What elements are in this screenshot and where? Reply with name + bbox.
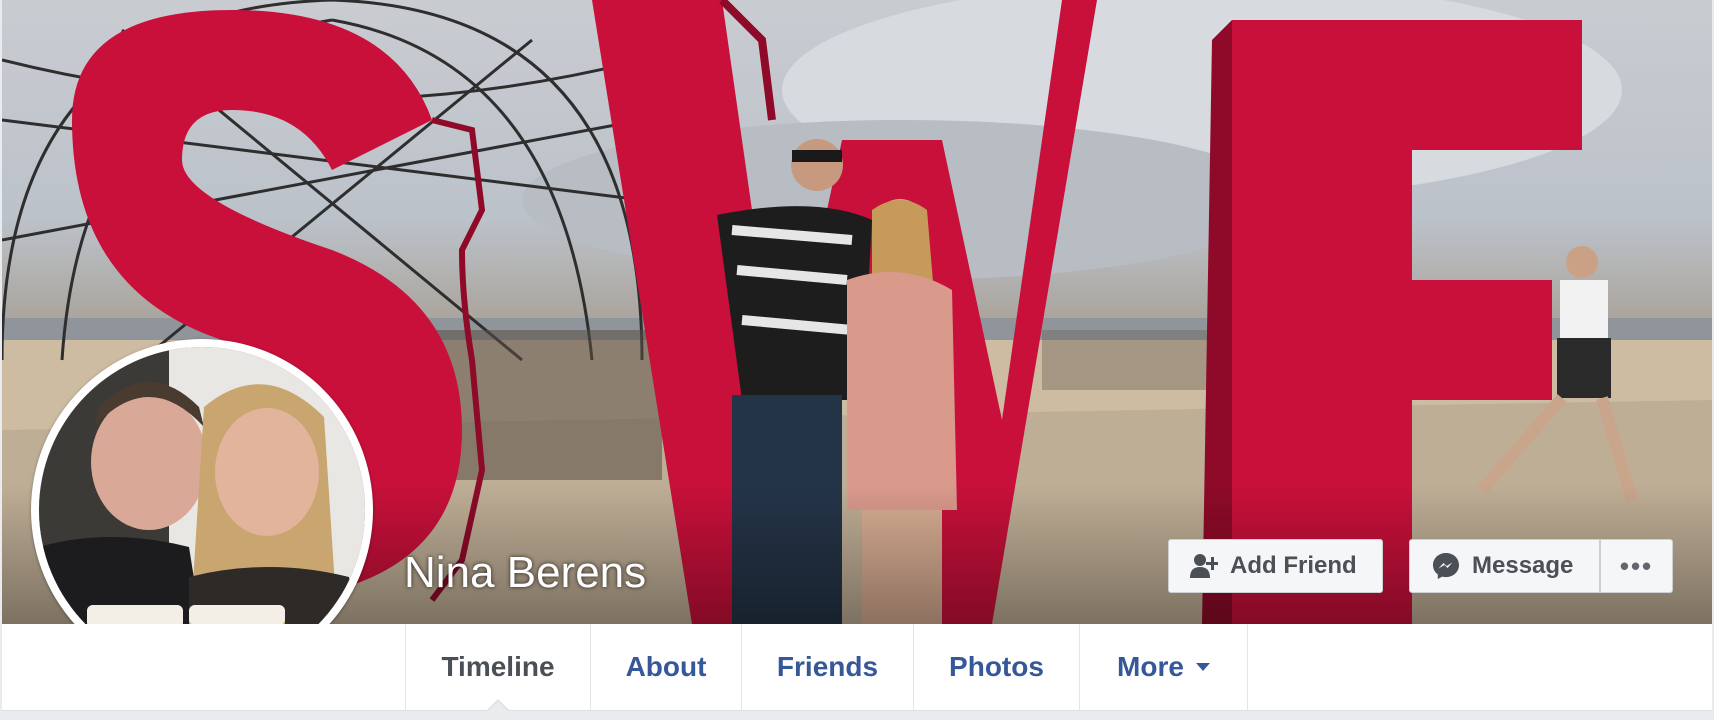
tab-photos-label: Photos bbox=[949, 651, 1044, 682]
profile-name[interactable]: Nina Berens bbox=[404, 548, 646, 598]
tab-timeline-label: Timeline bbox=[441, 651, 555, 682]
tab-timeline[interactable]: Timeline bbox=[405, 624, 590, 712]
tab-more[interactable]: More bbox=[1079, 624, 1248, 710]
tab-friends[interactable]: Friends bbox=[741, 624, 913, 710]
caret-down-icon bbox=[1195, 663, 1210, 671]
more-actions-label: ••• bbox=[1619, 550, 1654, 581]
profile-header: Nina Berens Add Friend Message ••• Timel… bbox=[0, 0, 1714, 720]
tab-more-label: More bbox=[1117, 651, 1184, 682]
more-actions-button[interactable]: ••• bbox=[1600, 539, 1673, 593]
message-label: Message bbox=[1472, 552, 1574, 579]
tab-about-label: About bbox=[625, 651, 707, 682]
messenger-icon bbox=[1432, 552, 1460, 580]
add-friend-icon bbox=[1190, 553, 1218, 579]
add-friend-label: Add Friend bbox=[1230, 552, 1357, 579]
tab-photos[interactable]: Photos bbox=[913, 624, 1079, 710]
profile-tab-bar: Timeline About Friends Photos More bbox=[2, 624, 1712, 712]
tab-friends-label: Friends bbox=[776, 651, 879, 682]
tab-about[interactable]: About bbox=[590, 624, 741, 710]
active-tab-indicator bbox=[486, 699, 510, 712]
profile-tabs: Timeline About Friends Photos More bbox=[405, 624, 1248, 712]
message-button[interactable]: Message bbox=[1409, 539, 1600, 593]
add-friend-button[interactable]: Add Friend bbox=[1168, 539, 1383, 593]
